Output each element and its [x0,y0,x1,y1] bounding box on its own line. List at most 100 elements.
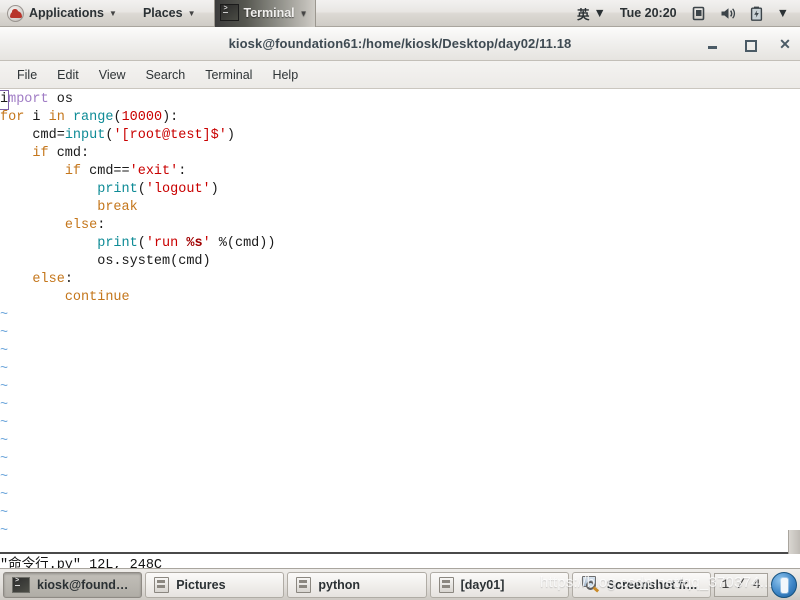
code-line: break [0,199,800,217]
code-token: 'exit' [129,164,179,179]
folder-icon [438,576,454,593]
battery-icon[interactable] [744,0,769,27]
bottom-taskbar: > kiosk@founda... Pictures python [day01] Scr… [0,568,800,600]
code-token: 10000 [121,110,163,125]
code-token: for [0,110,25,125]
places-menu[interactable]: Places ▼ [136,0,203,27]
empty-line-marker: ~ [0,326,9,341]
code-line: cmd=input('[root@test]$') [0,127,800,145]
code-line: if cmd=='exit': [0,163,800,181]
menu-search[interactable]: Search [137,65,195,85]
taskbar-item[interactable]: [day01] [429,571,569,598]
clock[interactable]: Tue 20:20 [614,0,683,27]
code-line: else: [0,271,800,289]
menu-file[interactable]: File [8,65,46,85]
code-token: print [97,236,138,251]
code-token: if [64,164,82,179]
menu-view[interactable]: View [90,65,135,85]
menu-help[interactable]: Help [263,65,307,85]
workspace-switcher[interactable]: 1 / 4 [714,572,769,597]
trash-icon[interactable] [771,571,798,598]
code-line: import os [0,90,800,110]
applications-menu-label: Applications [29,6,105,20]
menu-edit[interactable]: Edit [48,65,88,85]
empty-line-marker: ~ [0,416,9,431]
code-token: if [32,146,49,161]
taskbar-item-label: python [318,577,361,592]
code-line: os.system(cmd) [0,253,800,271]
empty-line-marker: ~ [0,398,9,413]
terminal-icon: > [220,3,240,21]
taskbar-item[interactable]: > kiosk@founda... [3,571,143,598]
code-token: ) [210,182,219,197]
code-token: : [178,164,187,179]
minimize-button[interactable] [706,37,720,51]
code-token: %(cmd)) [210,236,276,251]
chevron-down-icon: ▼ [776,6,789,20]
empty-line-marker: ~ [0,362,9,377]
window-titlebar[interactable]: kiosk@foundation61:/home/kiosk/Desktop/d… [0,27,800,61]
code-token: cmd== [81,164,130,179]
empty-line-marker: ~ [0,308,9,323]
code-token: print [97,182,138,197]
close-button[interactable]: ✕ [778,37,792,51]
system-menu-button[interactable]: ▼ [771,0,795,27]
volume-icon[interactable] [714,0,742,27]
empty-line-marker: ~ [0,380,9,395]
code-token: 'run [145,236,187,251]
code-token: input [64,128,106,143]
redhat-logo-icon [7,4,24,22]
maximize-button[interactable] [742,37,757,52]
folder-icon [296,576,312,593]
code-token: in [48,110,65,125]
empty-line-marker: ~ [0,470,9,485]
screenshot-icon [581,576,600,593]
code-token: os [56,92,73,107]
top-panel-tray: 英 ▼ Tue 20:20 ▼ [571,0,800,27]
taskbar-item-label: kiosk@founda... [37,577,134,592]
empty-line-marker: ~ [0,506,9,521]
vim-status-line: "命令行.py" 12L, 248C 1,1 All [0,530,800,597]
code-token: '[root@test]$' [113,128,227,143]
taskbar-item-label: Pictures [176,577,226,592]
chevron-down-icon: ▼ [593,6,606,20]
empty-line-marker: ~ [0,434,9,449]
code-token: : [64,272,73,287]
menu-terminal[interactable]: Terminal [196,65,261,85]
taskbar-item-label: [day01] [460,577,505,592]
code-line: print('logout') [0,181,800,199]
terminal-window-menu-label: Terminal [243,6,295,20]
terminal-window-menu[interactable]: > Terminal ▼ [214,0,316,27]
empty-line-marker: ~ [0,344,9,359]
input-method-indicator[interactable]: 英 ▼ [571,0,612,27]
window-title: kiosk@foundation61:/home/kiosk/Desktop/d… [228,36,572,51]
taskbar-item[interactable]: Pictures [145,571,285,598]
taskbar-item-label: Screenshot fr... [606,577,698,592]
display-icon[interactable] [685,0,712,27]
code-line: continue [0,289,800,307]
code-line: for i in range(10000): [0,109,800,127]
scrollbar-thumb[interactable] [788,530,800,554]
applications-menu[interactable]: Applications ▼ [0,0,124,27]
window-buttons: ✕ [706,27,792,61]
empty-line-marker: ~ [0,488,9,503]
code-line: if cmd: [0,145,800,163]
vim-editor-area[interactable]: import os for i in range(10000): cmd=inpu… [0,89,800,530]
taskbar-item[interactable]: Screenshot fr... [571,571,712,598]
code-token: 'logout' [145,182,211,197]
folder-icon [154,576,170,593]
empty-line-marker: ~ [0,452,9,467]
code-line: print('run %s' %(cmd)) [0,235,800,253]
taskbar-item[interactable]: python [287,571,427,598]
chevron-down-icon: ▼ [187,8,196,18]
code-token: range [72,110,114,125]
code-token: mport [8,92,57,107]
empty-line-marker: ~ [0,523,800,530]
terminal-window: kiosk@foundation61:/home/kiosk/Desktop/d… [0,27,800,597]
